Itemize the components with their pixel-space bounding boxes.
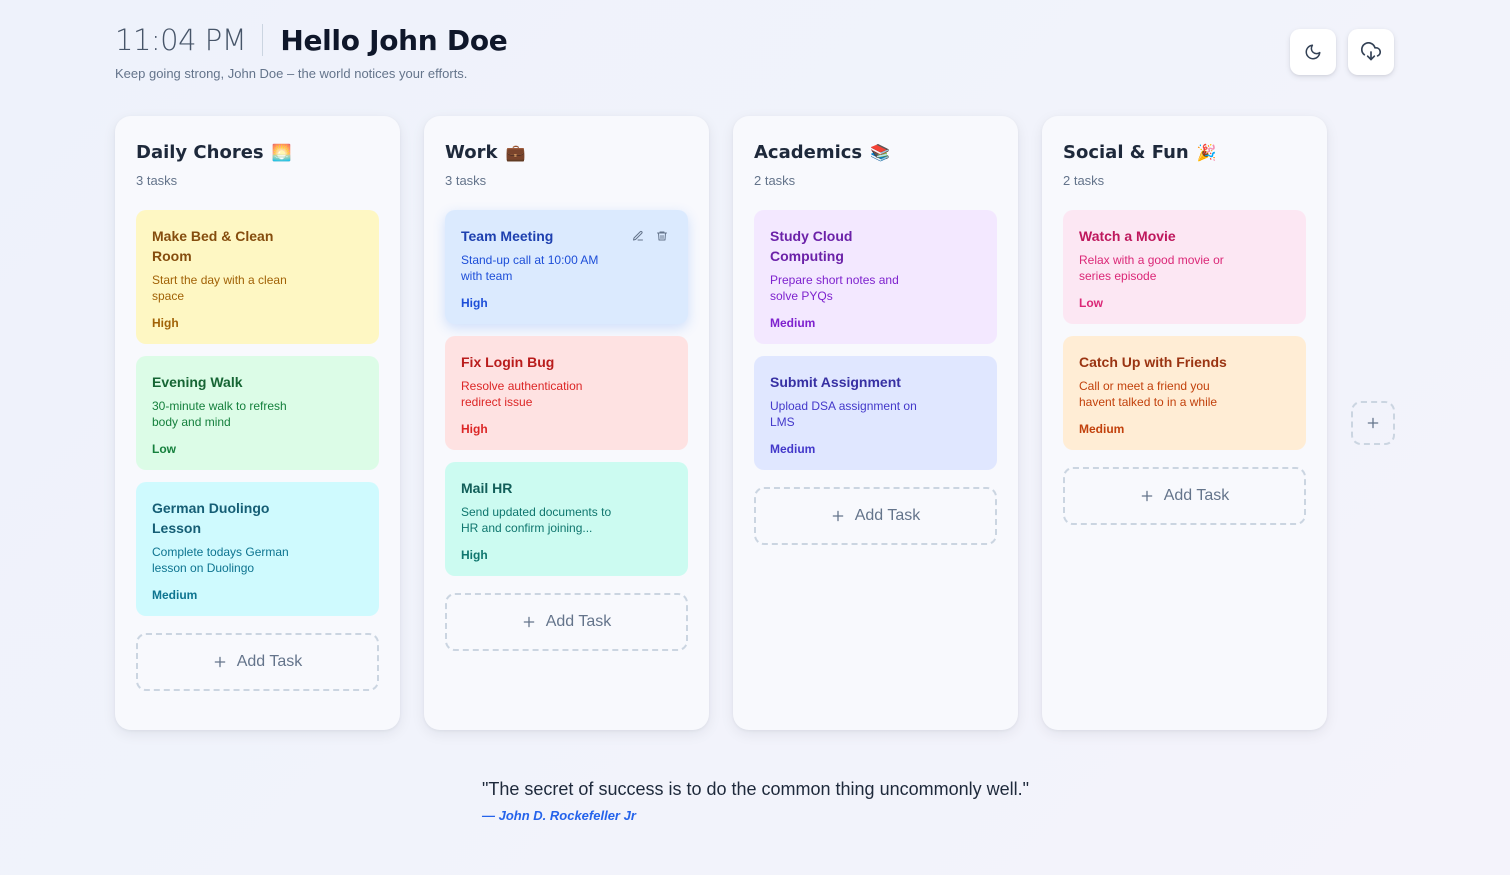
plus-icon [832,510,844,522]
column-title-text: Social & Fun [1063,141,1189,163]
download-button[interactable] [1348,29,1394,75]
task-priority: High [461,296,488,310]
column-emoji-icon: 📚 [870,142,891,162]
task-description: Relax with a good movie or series episod… [1079,253,1224,283]
card-list: Team Meeting Stand-up call at 10:00 AM wi… [445,210,688,576]
add-task-button[interactable]: Add Task [136,633,379,691]
task-description: Call or meet a friend you havent talked … [1079,379,1218,409]
column-title-text: Academics [754,141,863,163]
task-title: Watch a Movie [1079,228,1176,244]
column-social-fun: Social & Fun 🎉 2 tasks Watch a Movie Relax w… [1042,116,1327,730]
add-task-button[interactable]: Add Task [1063,467,1306,525]
top-actions [1290,29,1394,75]
task-priority: Low [1079,296,1103,310]
task-card[interactable]: Watch a Movie Relax with a good movie or … [1063,210,1306,324]
column-task-count: 3 tasks [136,173,178,188]
task-title: Submit Assignment [770,374,901,390]
task-priority: High [461,422,488,436]
column-title-text: Work [445,141,498,163]
column-title: Work 💼 [445,140,688,164]
task-description: Prepare short notes and solve PYQs [770,273,899,303]
task-priority: Low [152,442,176,456]
task-card[interactable]: Make Bed & Clean Room Start the day with … [136,210,379,344]
column-task-count: 2 tasks [1063,173,1105,188]
task-card[interactable]: Submit Assignment Upload DSA assignment o… [754,356,997,470]
task-card[interactable]: Study Cloud Computing Prepare short notes… [754,210,997,344]
task-priority: Medium [152,588,198,602]
task-description: Complete todays German lesson on Duoling… [152,545,289,575]
column-emoji-icon: 🎉 [1196,142,1217,162]
task-card[interactable]: Fix Login Bug Resolve authentication redi… [445,336,688,450]
trash-icon[interactable] [656,230,668,242]
plus-icon [1367,417,1379,429]
quote-author: — John D. Rockefeller Jr [482,808,636,823]
task-card[interactable]: Evening Walk 30-minute walk to refresh bo… [136,356,379,470]
page-header: 11:04 PM Hello John Doe Keep going stron… [115,22,508,81]
add-task-label: Add Task [236,653,303,670]
task-priority: Medium [770,316,816,330]
task-title: Study Cloud Computing [770,228,853,264]
add-task-button[interactable]: Add Task [445,593,688,651]
task-priority: High [461,548,488,562]
task-card[interactable]: Mail HR Send updated documents to HR and … [445,462,688,576]
greeting-title: Hello John Doe [280,23,508,57]
clock-time: 11:04 PM [115,23,247,57]
task-priority: High [152,316,179,330]
title-divider [262,24,264,56]
task-title: Fix Login Bug [461,354,555,370]
column-task-count: 2 tasks [754,173,796,188]
task-title: Make Bed & Clean Room [152,228,274,264]
card-list: Watch a Movie Relax with a good movie or … [1063,210,1306,450]
task-description: Stand-up call at 10:00 AM with team [461,253,599,283]
add-task-label: Add Task [545,613,612,630]
plus-icon [214,656,226,668]
column-academics: Academics 📚 2 tasks Study Cloud Computing Pr… [733,116,1018,730]
task-card[interactable]: German Duolingo Lesson Complete todays Ge… [136,482,379,616]
column-emoji-icon: 🌅 [271,142,292,162]
column-emoji-icon: 💼 [505,142,526,162]
column-title: Academics 📚 [754,140,997,164]
task-priority: Medium [770,442,816,456]
task-description: Send updated documents to HR and confirm… [461,505,612,535]
task-card[interactable]: Team Meeting Stand-up call at 10:00 AM wi… [445,210,688,324]
task-title: Catch Up with Friends [1079,354,1227,370]
plus-icon [523,616,535,628]
card-list: Study Cloud Computing Prepare short notes… [754,210,997,470]
task-title: Team Meeting [461,228,554,244]
cloud-download-icon [1361,42,1381,61]
column-work: Work 💼 3 tasks Team Meeting Stand-up call at… [424,116,709,730]
column-title: Social & Fun 🎉 [1063,140,1306,164]
add-task-label: Add Task [1163,487,1230,504]
column-task-count: 3 tasks [445,173,487,188]
quote-block: "The secret of success is to do the comm… [482,779,1029,823]
kanban-board: Daily Chores 🌅 3 tasks Make Bed & Clean Roo… [115,116,1327,730]
edit-icon[interactable] [632,230,644,242]
motivation-subtitle: Keep going strong, John Doe – the world … [115,66,468,81]
add-task-label: Add Task [854,507,921,524]
moon-icon [1305,44,1321,60]
card-tools [632,230,668,242]
add-column-button[interactable] [1351,401,1395,445]
task-card[interactable]: Catch Up with Friends Call or meet a frie… [1063,336,1306,450]
theme-toggle-button[interactable] [1290,29,1336,75]
task-description: 30-minute walk to refresh body and mind [152,399,287,429]
column-title: Daily Chores 🌅 [136,140,379,164]
task-title: Evening Walk [152,374,243,390]
task-priority: Medium [1079,422,1125,436]
plus-icon [1141,490,1153,502]
card-list: Make Bed & Clean Room Start the day with … [136,210,379,616]
task-description: Upload DSA assignment on LMS [770,399,917,429]
quote-text: "The secret of success is to do the comm… [482,779,1030,799]
task-title: Mail HR [461,480,513,496]
title-row: 11:04 PM Hello John Doe [115,22,508,58]
task-title: German Duolingo Lesson [152,500,270,536]
task-description: Resolve authentication redirect issue [461,379,583,409]
column-title-text: Daily Chores [136,141,264,163]
add-task-button[interactable]: Add Task [754,487,997,545]
task-description: Start the day with a clean space [152,273,287,303]
column-daily-chores: Daily Chores 🌅 3 tasks Make Bed & Clean Roo… [115,116,400,730]
